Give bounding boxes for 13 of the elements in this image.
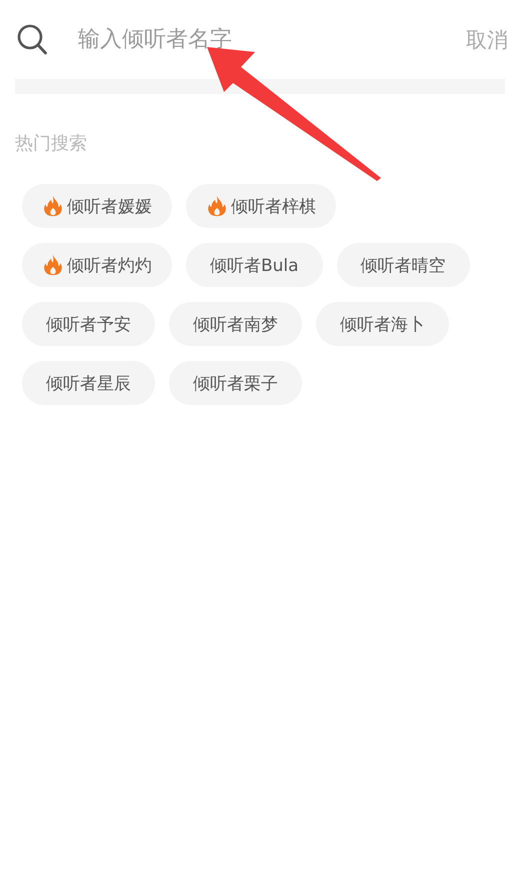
search-tag[interactable]: 倾听者栗子 — [169, 361, 302, 405]
search-tag[interactable]: 倾听者媛媛 — [22, 184, 172, 228]
search-tag[interactable]: 倾听者梓棋 — [186, 184, 336, 228]
search-tag[interactable]: 倾听者Bula — [186, 243, 323, 287]
search-tag[interactable]: 倾听者晴空 — [336, 243, 470, 287]
search-tag[interactable]: 倾听者南梦 — [169, 302, 302, 346]
search-tag[interactable]: 倾听者灼灼 — [22, 243, 172, 287]
search-tag[interactable]: 倾听者予安 — [22, 302, 155, 346]
search-field[interactable]: 输入倾听者名字 — [78, 22, 466, 56]
search-tag[interactable]: 倾听者星辰 — [22, 361, 155, 405]
section-title: 热门搜索 — [15, 132, 88, 156]
search-icon[interactable] — [17, 24, 47, 55]
search-tag[interactable]: 倾听者海卜 — [316, 302, 449, 346]
